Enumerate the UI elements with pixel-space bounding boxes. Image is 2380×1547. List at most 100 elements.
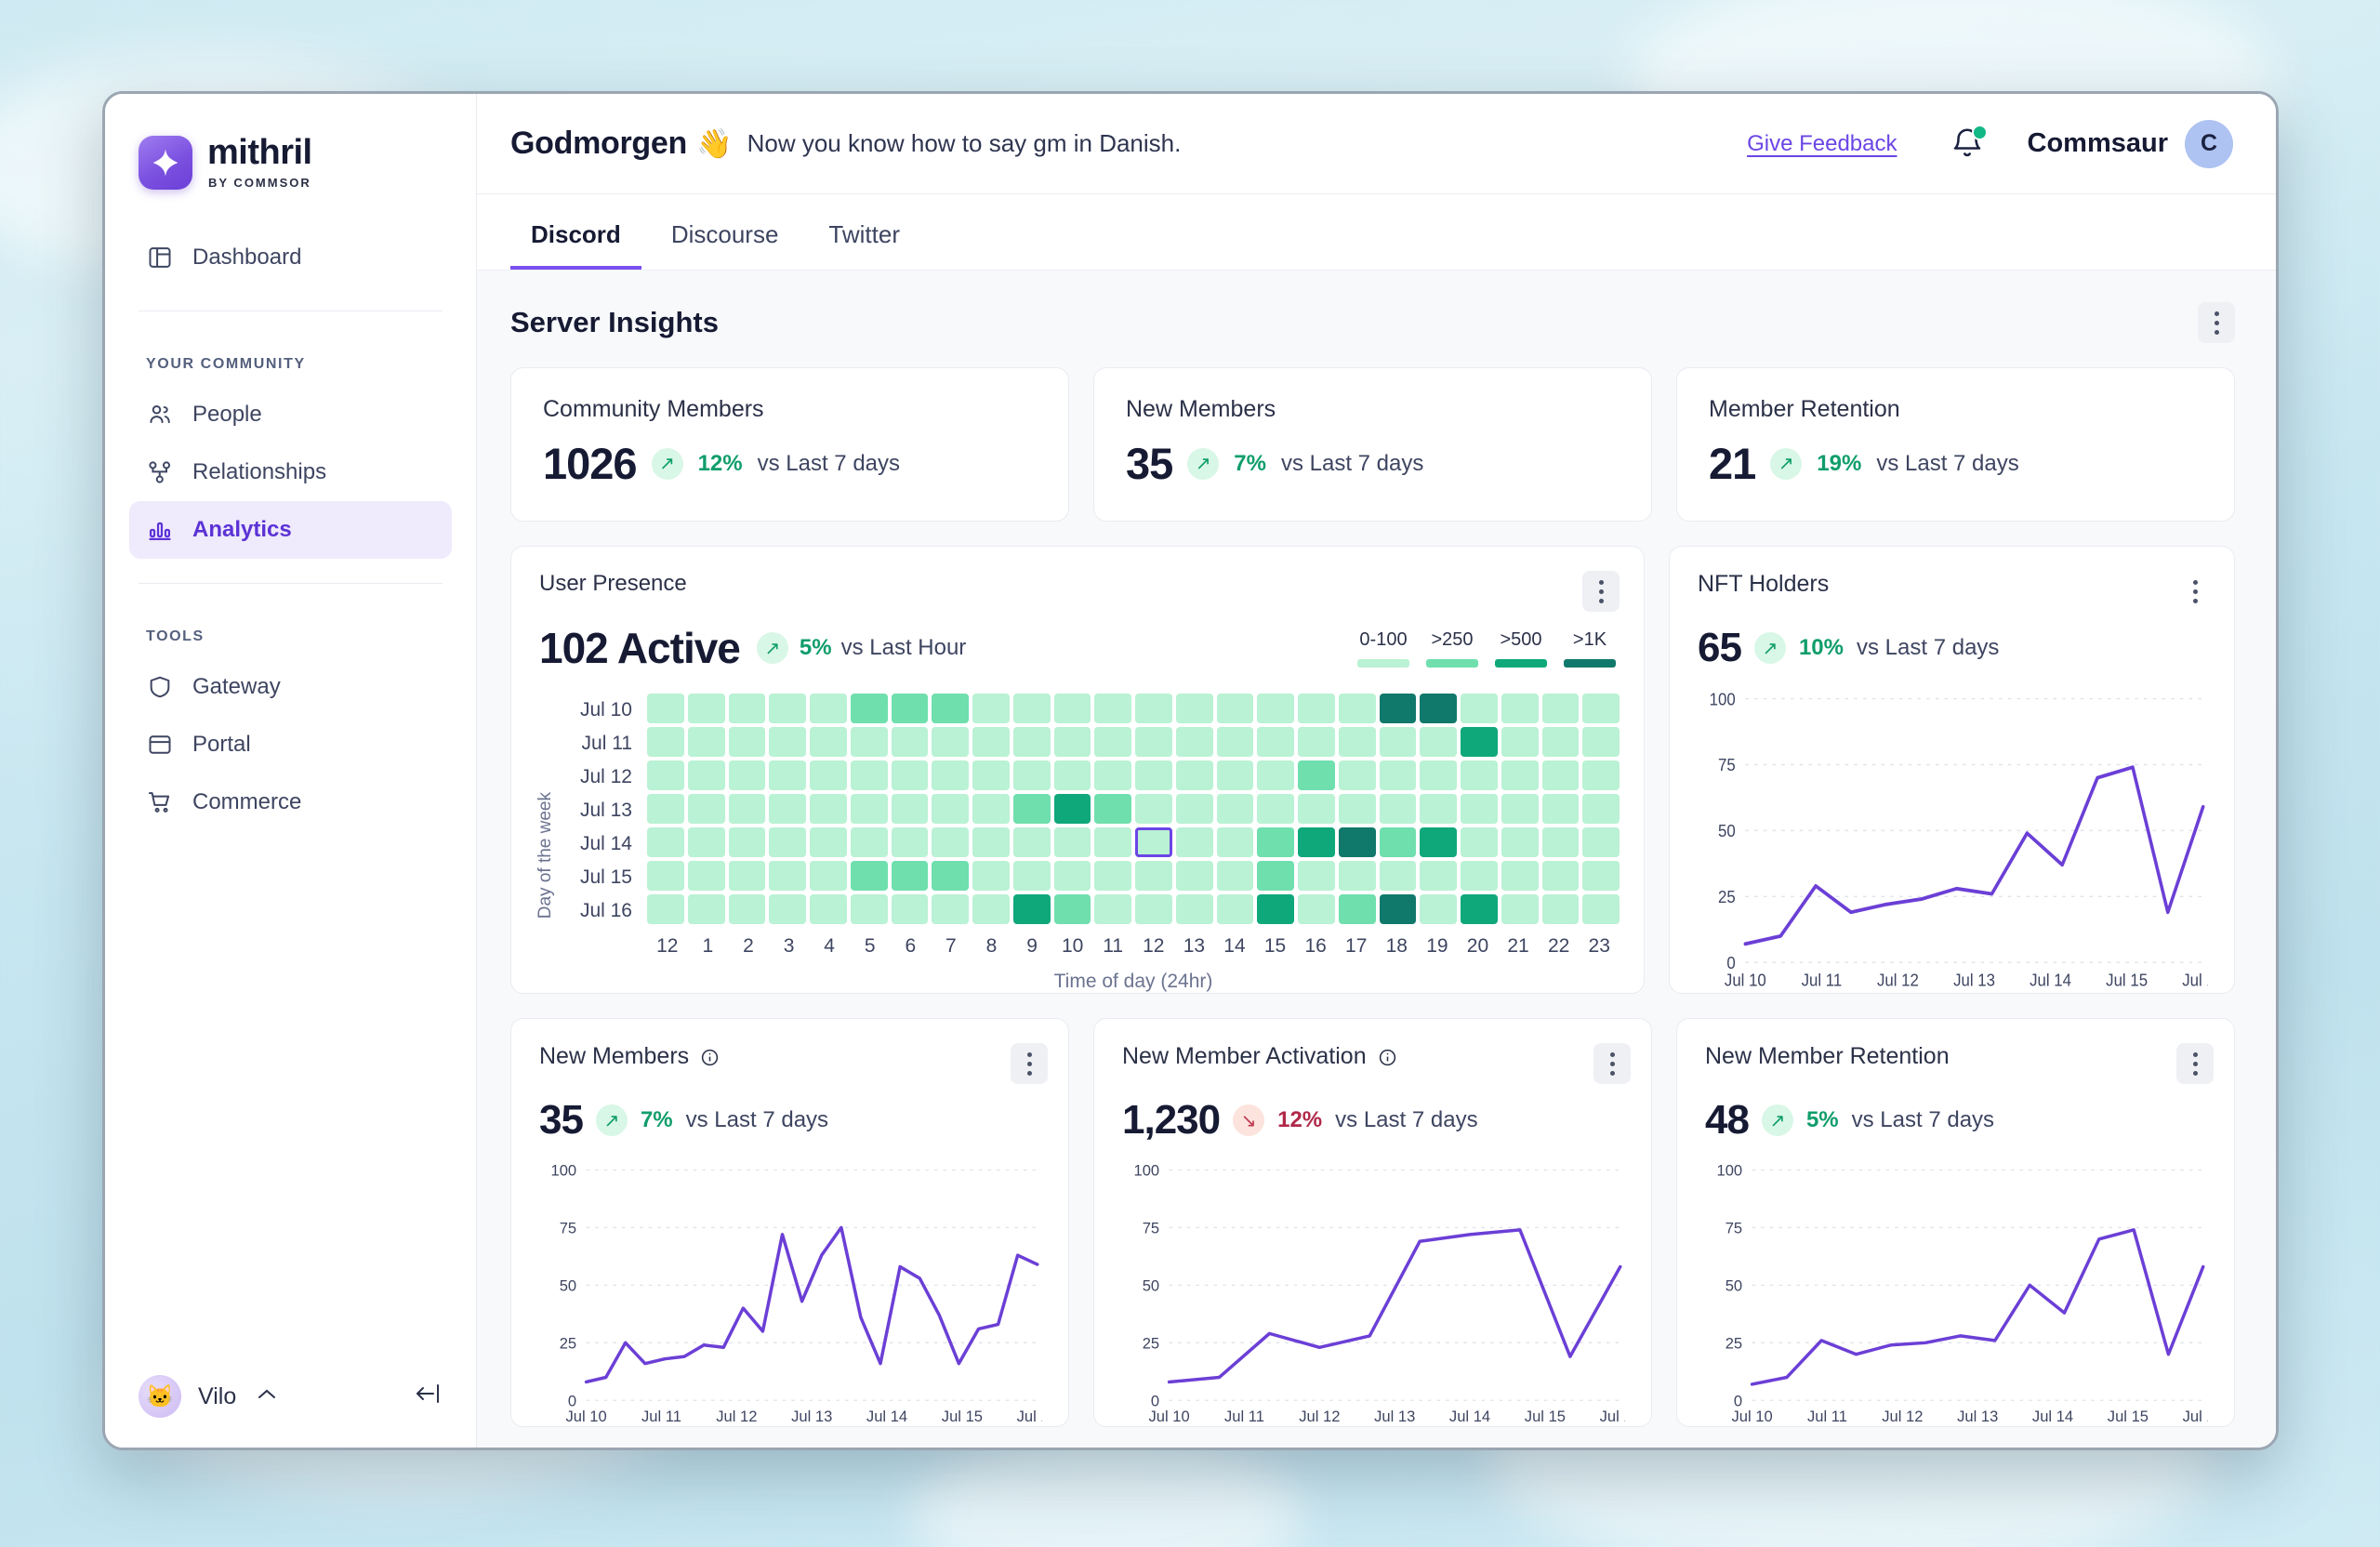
sidebar-item-gateway[interactable]: Gateway xyxy=(129,658,452,716)
heatmap-cell[interactable] xyxy=(1135,827,1172,857)
heatmap-cell[interactable] xyxy=(1094,861,1131,891)
heatmap-cell[interactable] xyxy=(1257,861,1294,891)
heatmap-cell[interactable] xyxy=(1012,827,1051,857)
heatmap-cell[interactable] xyxy=(687,694,725,723)
heatmap-cell[interactable] xyxy=(1582,760,1620,790)
heatmap-cell[interactable] xyxy=(728,827,766,857)
tab-twitter[interactable]: Twitter xyxy=(808,220,920,270)
heatmap-cell[interactable] xyxy=(1094,894,1131,924)
workspace-switcher[interactable]: 🐱 Vilo xyxy=(105,1345,476,1448)
heatmap-cell[interactable] xyxy=(687,827,725,857)
heatmap-cell[interactable] xyxy=(1501,827,1539,857)
heatmap-cell[interactable] xyxy=(769,861,806,891)
heatmap-cell[interactable] xyxy=(932,760,969,790)
heatmap-cell[interactable] xyxy=(647,694,684,723)
collapse-sidebar-icon[interactable] xyxy=(413,1382,444,1412)
heatmap-cell[interactable] xyxy=(850,794,888,824)
heatmap-cell[interactable] xyxy=(1582,727,1620,757)
heatmap-cell[interactable] xyxy=(1541,794,1580,824)
heatmap-cell[interactable] xyxy=(932,794,969,824)
section-options-button[interactable] xyxy=(2198,302,2235,343)
heatmap-cell[interactable] xyxy=(972,827,1010,857)
heatmap-cell[interactable] xyxy=(647,760,684,790)
heatmap-cell[interactable] xyxy=(932,727,969,757)
heatmap-cell[interactable] xyxy=(1582,794,1620,824)
card-options-button[interactable] xyxy=(2176,571,2214,612)
heatmap-cell[interactable] xyxy=(1501,861,1539,891)
heatmap-cell[interactable] xyxy=(1379,894,1417,924)
heatmap-cell[interactable] xyxy=(850,827,888,857)
info-icon[interactable] xyxy=(700,1047,720,1066)
heatmap-cell[interactable] xyxy=(1135,794,1172,824)
heatmap-cell[interactable] xyxy=(769,760,806,790)
brand-logo[interactable]: mithril BY COMMSOR xyxy=(105,94,476,190)
heatmap-cell[interactable] xyxy=(1338,694,1376,723)
heatmap-cell[interactable] xyxy=(1135,760,1172,790)
avatar[interactable]: C xyxy=(2185,119,2233,168)
heatmap-cell[interactable] xyxy=(1501,760,1539,790)
tab-discourse[interactable]: Discourse xyxy=(651,220,800,270)
heatmap-cell[interactable] xyxy=(769,694,806,723)
heatmap-cell[interactable] xyxy=(1338,760,1376,790)
heatmap-cell[interactable] xyxy=(1582,694,1620,723)
heatmap-cell[interactable] xyxy=(810,894,847,924)
heatmap-cell[interactable] xyxy=(1053,694,1091,723)
heatmap-cell[interactable] xyxy=(932,861,969,891)
info-icon[interactable] xyxy=(1378,1047,1397,1066)
heatmap-cell[interactable] xyxy=(810,760,847,790)
heatmap-cell[interactable] xyxy=(1053,760,1091,790)
heatmap-cell[interactable] xyxy=(1135,894,1172,924)
heatmap-cell[interactable] xyxy=(1257,694,1294,723)
notifications-button[interactable] xyxy=(1950,124,1988,163)
panel-options-button[interactable] xyxy=(1582,571,1620,612)
heatmap-cell[interactable] xyxy=(647,794,684,824)
heatmap-cell[interactable] xyxy=(1501,694,1539,723)
heatmap-cell[interactable] xyxy=(1501,894,1539,924)
heatmap-cell[interactable] xyxy=(972,694,1010,723)
heatmap-cell[interactable] xyxy=(647,894,684,924)
heatmap-cell[interactable] xyxy=(1379,794,1417,824)
heatmap-cell[interactable] xyxy=(1175,794,1213,824)
heatmap-cell[interactable] xyxy=(1257,794,1294,824)
heatmap-cell[interactable] xyxy=(1216,694,1254,723)
heatmap-cell[interactable] xyxy=(850,694,888,723)
heatmap-cell[interactable] xyxy=(769,794,806,824)
sidebar-item-relationships[interactable]: Relationships xyxy=(129,443,452,501)
heatmap-cell[interactable] xyxy=(1338,861,1376,891)
heatmap-cell[interactable] xyxy=(1135,727,1172,757)
heatmap-cell[interactable] xyxy=(972,861,1010,891)
heatmap-cell[interactable] xyxy=(850,727,888,757)
heatmap-cell[interactable] xyxy=(1175,827,1213,857)
heatmap-cell[interactable] xyxy=(687,894,725,924)
heatmap-cell[interactable] xyxy=(1094,794,1131,824)
heatmap-cell[interactable] xyxy=(1175,894,1213,924)
heatmap-cell[interactable] xyxy=(850,861,888,891)
card-options-button[interactable] xyxy=(1011,1043,1048,1084)
heatmap-cell[interactable] xyxy=(932,694,969,723)
heatmap-cell[interactable] xyxy=(1541,827,1580,857)
heatmap-cell[interactable] xyxy=(1338,827,1376,857)
heatmap-cell[interactable] xyxy=(850,894,888,924)
heatmap-cell[interactable] xyxy=(891,694,929,723)
heatmap-cell[interactable] xyxy=(1094,727,1131,757)
heatmap-cell[interactable] xyxy=(647,727,684,757)
heatmap-cell[interactable] xyxy=(1257,727,1294,757)
heatmap-cell[interactable] xyxy=(891,894,929,924)
heatmap-cell[interactable] xyxy=(1461,794,1498,824)
heatmap-cell[interactable] xyxy=(1175,694,1213,723)
heatmap-cell[interactable] xyxy=(1298,894,1335,924)
heatmap-cell[interactable] xyxy=(1053,827,1091,857)
heatmap-cell[interactable] xyxy=(1012,727,1051,757)
heatmap-cell[interactable] xyxy=(891,727,929,757)
heatmap-cell[interactable] xyxy=(1094,827,1131,857)
heatmap-cell[interactable] xyxy=(1094,694,1131,723)
heatmap-cell[interactable] xyxy=(647,827,684,857)
sidebar-item-commerce[interactable]: Commerce xyxy=(129,774,452,831)
card-options-button[interactable] xyxy=(2176,1043,2214,1084)
heatmap-cell[interactable] xyxy=(1216,827,1254,857)
heatmap-cell[interactable] xyxy=(1379,760,1417,790)
heatmap-grid[interactable] xyxy=(647,694,1620,924)
heatmap-cell[interactable] xyxy=(891,794,929,824)
heatmap-cell[interactable] xyxy=(1338,794,1376,824)
heatmap-cell[interactable] xyxy=(1257,894,1294,924)
